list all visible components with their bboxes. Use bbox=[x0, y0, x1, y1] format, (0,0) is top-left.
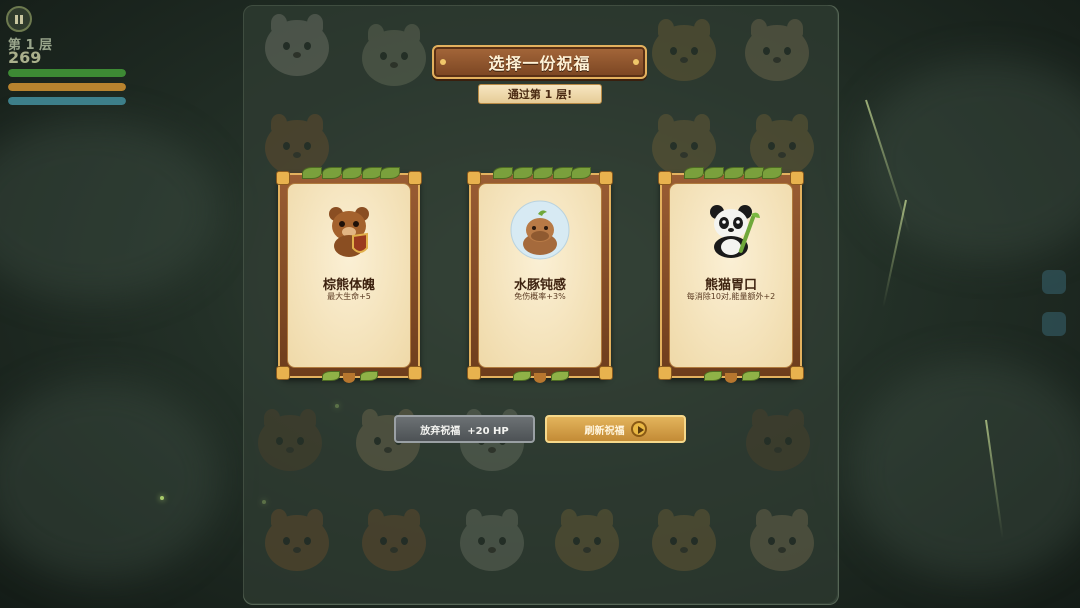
side-gem-icon[interactable] bbox=[1042, 312, 1066, 336]
dialog-subtitle: 通过第 1 层! bbox=[478, 84, 602, 104]
energy-bar bbox=[8, 83, 126, 91]
exp-bar bbox=[8, 97, 126, 105]
refresh-blessing-button[interactable]: 刷新祝福 bbox=[545, 415, 686, 443]
blessing-desc: 每消除10对,能量额外+2 bbox=[686, 292, 776, 301]
refresh-blessing-label: 刷新祝福 bbox=[584, 425, 625, 437]
side-shop-icon[interactable] bbox=[1042, 270, 1066, 294]
brown-bear-shield-icon bbox=[329, 207, 369, 257]
pause-icon bbox=[15, 14, 23, 24]
acorn-icon bbox=[339, 368, 359, 384]
blessing-card-panda[interactable]: 熊猫胃口 每消除10对,能量额外+2 bbox=[658, 167, 804, 383]
abandon-blessing-label: 放弃祝福 +20 HP bbox=[420, 425, 509, 437]
blessing-desc: 免伤概率+3% bbox=[514, 292, 566, 301]
abandon-blessing-button[interactable]: 放弃祝福 +20 HP bbox=[394, 415, 535, 443]
dialog-title: 选择一份祝福 bbox=[488, 54, 591, 73]
pause-button[interactable] bbox=[6, 6, 32, 32]
play-ad-icon bbox=[630, 421, 647, 437]
score-counter: 269 bbox=[8, 48, 42, 67]
dialog-title-banner: 选择一份祝福 bbox=[432, 45, 647, 79]
acorn-icon bbox=[721, 368, 741, 384]
blessing-card-bear[interactable]: 棕熊体魄 最大生命+5 bbox=[276, 167, 422, 383]
blessing-desc: 最大生命+5 bbox=[327, 292, 371, 301]
acorn-icon bbox=[530, 368, 550, 384]
hp-bar bbox=[8, 69, 126, 77]
panda-bamboo-icon bbox=[710, 205, 760, 258]
capybara-icon bbox=[510, 200, 570, 260]
blessing-card-capybara[interactable]: 水豚钝感 免伤概率+3% bbox=[467, 167, 613, 383]
